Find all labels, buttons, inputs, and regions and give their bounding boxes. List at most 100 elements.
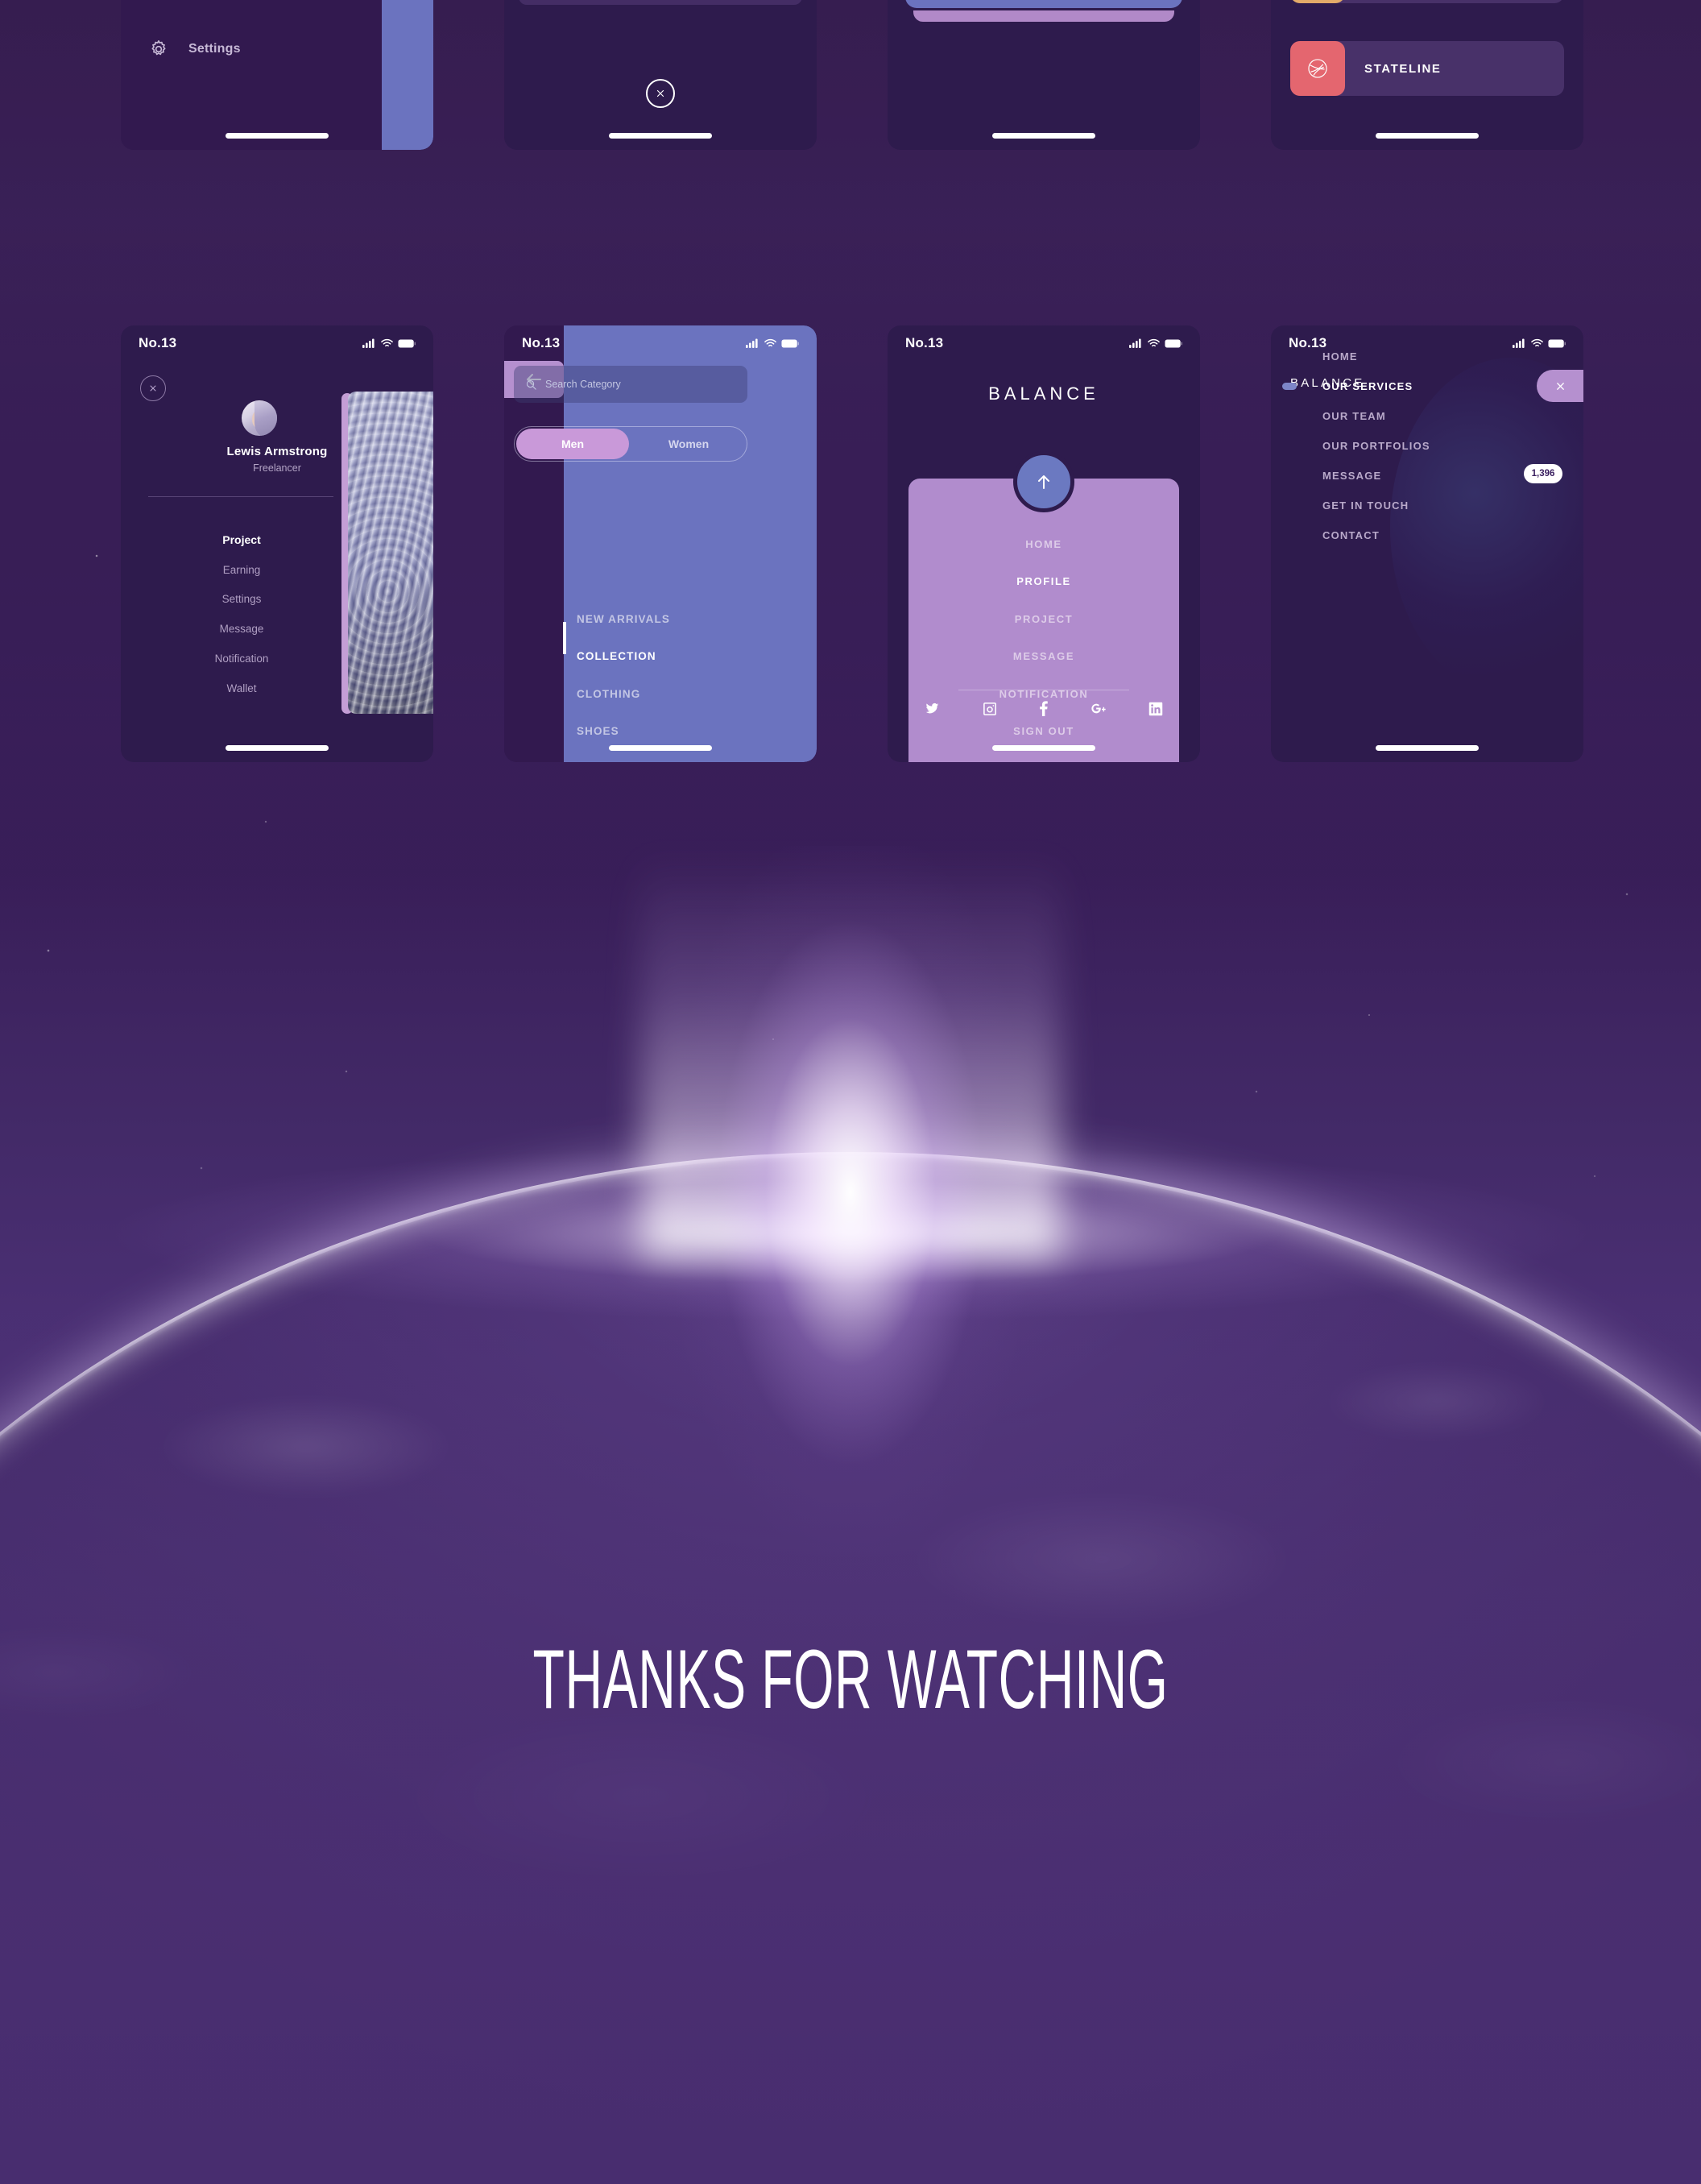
- sheet-underlay: [913, 10, 1174, 22]
- category-collection[interactable]: COLLECTION: [577, 650, 656, 662]
- profile-menu-settings[interactable]: Settings: [121, 593, 362, 605]
- overlay-item-our-portfolios[interactable]: OUR PORTFOLIOS: [1322, 440, 1430, 452]
- status-bar-label: No.13: [522, 335, 561, 350]
- social-links: [925, 701, 1163, 716]
- profile-menu-earning[interactable]: Earning: [121, 564, 362, 576]
- twitter-icon[interactable]: [925, 702, 940, 715]
- profile-menu-wallet[interactable]: Wallet: [121, 682, 362, 694]
- card-sidebar-menu: Notification Calendar Settings: [121, 0, 433, 150]
- signal-icon: [362, 338, 375, 348]
- overlay-item-get-in-touch[interactable]: GET IN TOUCH: [1322, 499, 1409, 512]
- facebook-icon[interactable]: [1039, 701, 1049, 716]
- profile-name: Lewis Armstrong: [226, 445, 328, 458]
- sidebar-item-settings[interactable]: Settings: [148, 39, 241, 60]
- list-item[interactable]: Notifications: [532, 0, 789, 5]
- blue-sheet-panel: MESSAGE GET IN TOUCH CONTACT: [905, 0, 1182, 8]
- list-item[interactable]: STATELINE: [1290, 41, 1564, 96]
- home-indicator: [1376, 133, 1479, 139]
- status-bar-label: No.13: [139, 335, 177, 350]
- search-input[interactable]: Search Category: [514, 366, 747, 403]
- scroll-up-button[interactable]: [1013, 451, 1074, 512]
- calendar-icon: [148, 0, 169, 2]
- battery-icon: [398, 338, 416, 348]
- background-lower-haze: [0, 1289, 1701, 2184]
- gender-toggle[interactable]: Men Women: [514, 426, 747, 462]
- card-planet-list: JUPITER STATELINE: [1271, 0, 1583, 150]
- card-balance-overlay: No.13 BALANCE HOME OUR SERVICES OUR TEAM…: [1271, 325, 1583, 762]
- planet-icon: [1290, 0, 1345, 3]
- drawer-item-profile[interactable]: PROFILE: [888, 575, 1200, 587]
- status-bar-icons: [1129, 338, 1182, 348]
- card-category-drawer: No.13 Search Category Men Women NEW ARRI…: [504, 325, 817, 762]
- list-menu-panel: Dashboard Portfolios Earning Notificatio…: [519, 0, 802, 5]
- home-indicator: [609, 133, 712, 139]
- sidebar-accent-strip: [382, 0, 433, 150]
- active-item-marker: [1282, 383, 1297, 390]
- thanks-for-watching-text: THANKS FOR WATCHING: [532, 1633, 1169, 1726]
- wifi-icon: [381, 338, 393, 347]
- status-badge: 1,396: [1524, 464, 1562, 483]
- sidebar-item-calendar[interactable]: Calendar: [148, 0, 245, 2]
- status-bar-icons: [362, 338, 416, 348]
- close-icon[interactable]: [1537, 370, 1583, 402]
- drawer-item-message[interactable]: MESSAGE: [888, 650, 1200, 662]
- wifi-icon: [1148, 338, 1160, 347]
- home-indicator: [992, 133, 1095, 139]
- battery-icon: [1165, 338, 1182, 348]
- divider: [148, 496, 333, 497]
- overlay-item-message[interactable]: MESSAGE: [1322, 470, 1381, 482]
- arrow-up-icon: [1038, 475, 1049, 489]
- background-core-glow: [0, 846, 1701, 1571]
- status-bar-label: No.13: [905, 335, 944, 350]
- status-bar-icons: [746, 338, 799, 348]
- overlay-item-contact[interactable]: CONTACT: [1322, 529, 1380, 541]
- segment-women[interactable]: Women: [632, 429, 745, 459]
- close-circle-icon[interactable]: [646, 79, 675, 108]
- segment-men[interactable]: Men: [516, 429, 629, 459]
- card-blue-sheet-menu: MESSAGE GET IN TOUCH CONTACT: [888, 0, 1200, 150]
- signal-icon: [746, 338, 758, 348]
- category-shoes[interactable]: SHOES: [577, 725, 619, 737]
- search-icon: [526, 379, 536, 390]
- category-new-arrivals[interactable]: NEW ARRIVALS: [577, 613, 670, 625]
- battery-icon: [1548, 338, 1566, 348]
- profile-menu-message[interactable]: Message: [121, 623, 362, 635]
- googleplus-icon[interactable]: [1091, 702, 1107, 715]
- profile-cover-image: [348, 392, 433, 714]
- screenshot-stage: Notification Calendar Settings: [0, 0, 1701, 2184]
- home-indicator: [226, 745, 329, 751]
- status-bar: No.13: [888, 325, 1200, 361]
- planet-name: STATELINE: [1364, 61, 1442, 76]
- drawer-item-home[interactable]: HOME: [888, 538, 1200, 550]
- card-list-menu: Dashboard Portfolios Earning Notificatio…: [504, 0, 817, 150]
- background-light-beam: [641, 854, 1060, 1257]
- home-indicator: [992, 745, 1095, 751]
- category-clothing[interactable]: CLOTHING: [577, 688, 640, 700]
- close-circle-icon[interactable]: [140, 375, 166, 401]
- drawer-item-sign-out[interactable]: SIGN OUT: [888, 725, 1200, 737]
- signal-icon: [1513, 338, 1525, 348]
- search-placeholder: Search Category: [545, 379, 621, 390]
- overlay-item-our-services[interactable]: OUR SERVICES: [1322, 380, 1413, 392]
- home-indicator: [226, 133, 329, 139]
- list-item[interactable]: JUPITER: [1290, 0, 1564, 3]
- battery-icon: [781, 338, 799, 348]
- home-indicator: [1376, 745, 1479, 751]
- linkedin-icon[interactable]: [1148, 702, 1163, 716]
- wifi-icon: [1531, 338, 1543, 347]
- background-horizon-flare: [0, 999, 1701, 1418]
- sidebar-panel: [121, 0, 382, 150]
- drawer-item-project[interactable]: PROJECT: [888, 613, 1200, 625]
- profile-menu-notification[interactable]: Notification: [121, 653, 362, 665]
- profile-menu-project[interactable]: Project: [121, 533, 362, 546]
- status-bar: No.13: [1271, 325, 1583, 361]
- gear-icon: [148, 39, 169, 60]
- avatar[interactable]: [242, 400, 277, 436]
- instagram-icon[interactable]: [983, 702, 997, 716]
- status-bar: No.13: [121, 325, 433, 361]
- status-bar: No.13: [504, 325, 817, 361]
- wifi-icon: [764, 338, 776, 347]
- profile-role: Freelancer: [253, 462, 301, 474]
- card-balance-drawer: No.13 BALANCE HOME PROFILE PROJECT MESSA…: [888, 325, 1200, 762]
- overlay-item-our-team[interactable]: OUR TEAM: [1322, 410, 1386, 422]
